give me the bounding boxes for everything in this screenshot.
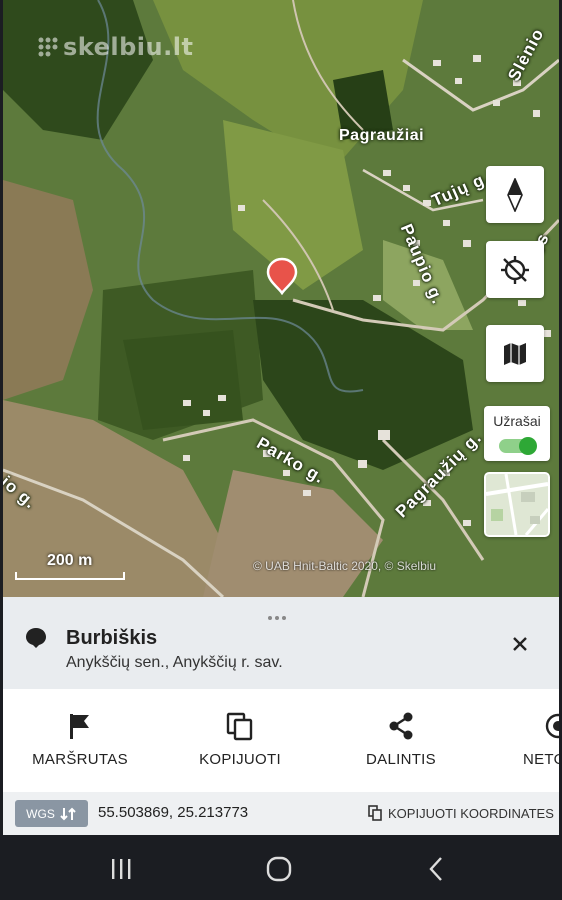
route-label: MARŠRUTAS [32, 751, 128, 768]
screen: skelbiu.lt Pagraužiai Tujų g. Paupio g. … [0, 0, 562, 900]
place-sheet: Burbiškis Anykščių sen., Anykščių r. sav… [3, 597, 559, 882]
copy-coords-icon [368, 805, 382, 821]
compass-icon [507, 177, 523, 212]
map-type-button[interactable] [486, 325, 544, 382]
flag-icon [70, 714, 89, 739]
switch-knob [519, 437, 537, 455]
map-scale: 200 m [15, 552, 125, 580]
locate-icon [501, 255, 529, 284]
copy-label: KOPIJUOTI [199, 751, 281, 768]
coordinates-bar: WGS 55.503869, 25.213773 KOPIJUOTI KOORD… [3, 792, 559, 835]
labels-switch[interactable] [499, 437, 537, 455]
location-pin-icon[interactable] [266, 257, 298, 295]
back-icon[interactable] [422, 854, 452, 884]
satellite-map[interactable]: skelbiu.lt Pagraužiai Tujų g. Paupio g. … [3, 0, 559, 597]
nearby-label: NETO [523, 751, 559, 768]
scale-label: 200 m [47, 552, 93, 569]
place-title: Burbiškis [66, 627, 158, 649]
place-subtitle: Anykščių sen., Anykščių r. sav. [66, 654, 283, 671]
nearby-button[interactable]: NETO [483, 689, 559, 787]
minimap-thumbnail[interactable] [484, 472, 550, 537]
copy-coordinates-button[interactable]: KOPIJUOTI KOORDINATES [368, 802, 554, 824]
share-label: DALINTIS [366, 751, 436, 768]
map-layers-icon [504, 342, 526, 365]
coord-system-label: WGS [26, 806, 55, 821]
labels-toggle[interactable]: Užrašai [484, 406, 550, 461]
watermark-logo: skelbiu.lt [37, 33, 193, 61]
route-button[interactable]: MARŠRUTAS [5, 689, 155, 787]
logo-dots-icon [38, 37, 58, 57]
share-icon [389, 712, 413, 740]
place-marker-icon [26, 628, 46, 648]
system-nav-bar [0, 836, 562, 900]
copy-icon [226, 712, 253, 741]
labels-toggle-label: Užrašai [493, 413, 541, 429]
map-imagery [3, 0, 559, 597]
coord-system-toggle[interactable]: WGS [15, 800, 88, 827]
sheet-header: Burbiškis Anykščių sen., Anykščių r. sav… [3, 597, 559, 689]
share-button[interactable]: DALINTIS [326, 689, 476, 787]
copy-coordinates-label: KOPIJUOTI KOORDINATES [388, 805, 554, 821]
compass-button[interactable] [486, 166, 544, 223]
locate-button[interactable] [486, 241, 544, 298]
scale-bar [15, 572, 125, 580]
close-icon[interactable] [511, 635, 529, 653]
watermark-text: skelbiu.lt [63, 33, 194, 61]
village-label: Pagraužiai [339, 127, 425, 144]
sheet-drag-handle[interactable] [268, 607, 290, 620]
swap-arrows-icon [60, 807, 76, 820]
map-attribution: © UAB Hnit-Baltic 2020, © Skelbiu [253, 559, 437, 573]
nearby-icon [545, 713, 559, 739]
minimap-image [486, 474, 548, 535]
home-icon[interactable] [264, 854, 294, 884]
recent-apps-icon[interactable] [106, 854, 136, 884]
coordinates-value: 55.503869, 25.213773 [98, 804, 249, 821]
copy-button[interactable]: KOPIJUOTI [165, 689, 315, 787]
action-bar: MARŠRUTAS KOPIJUOTI DALINTIS NET [3, 689, 559, 882]
